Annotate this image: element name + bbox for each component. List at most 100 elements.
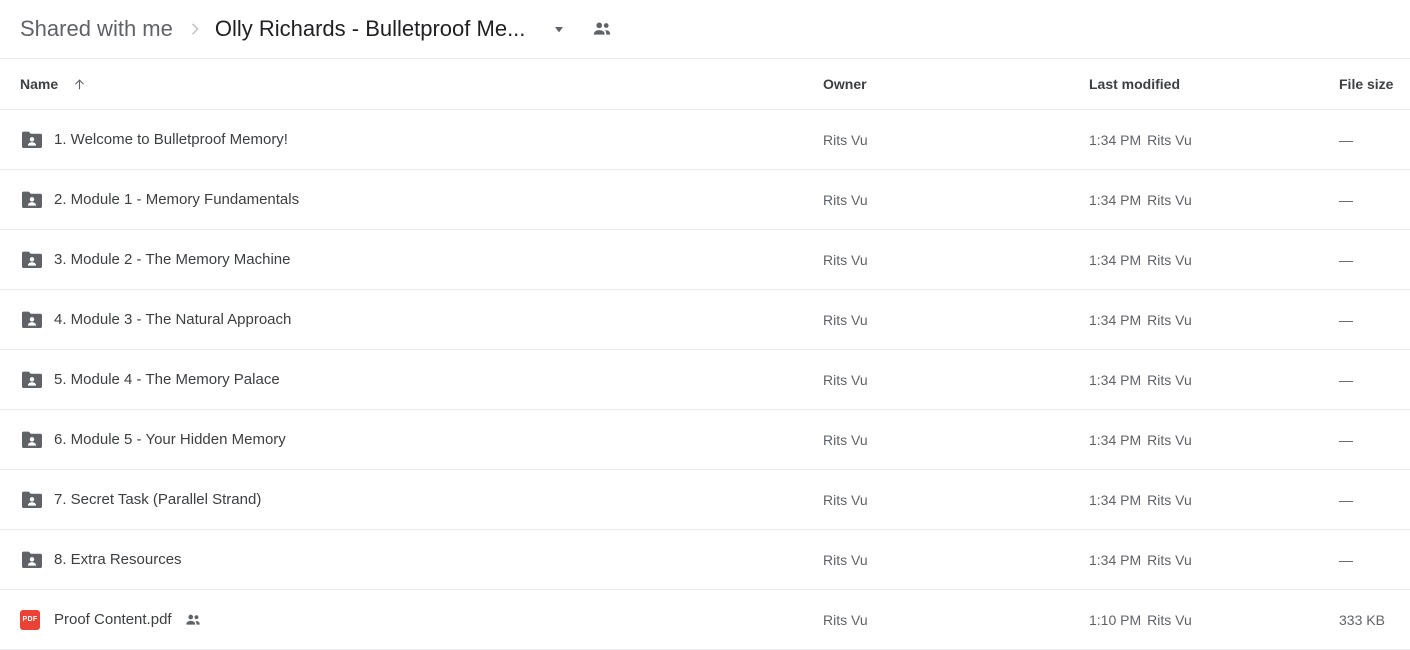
- breadcrumb-item-shared-with-me[interactable]: Shared with me: [20, 16, 173, 42]
- pdf-file-icon: PDF: [20, 608, 54, 632]
- file-owner-cell: Rits Vu: [806, 409, 1074, 470]
- pdf-file-icon-label: PDF: [20, 609, 40, 630]
- shared-folder-icon: [20, 308, 54, 332]
- file-owner-cell: Rits Vu: [806, 109, 1074, 170]
- file-modified-cell: 1:34 PM Rits Vu: [1074, 169, 1324, 230]
- file-size-label: —: [1339, 311, 1353, 328]
- file-size-cell: —: [1324, 169, 1410, 230]
- file-modified-by: Rits Vu: [1147, 191, 1192, 208]
- shared-folder-icon: [20, 248, 54, 272]
- file-size-label: —: [1339, 131, 1353, 148]
- column-header-last-modified[interactable]: Last modified: [1074, 58, 1324, 110]
- file-owner-label: Rits Vu: [823, 431, 868, 448]
- table-row[interactable]: 7. Secret Task (Parallel Strand) Rits Vu 1…: [0, 469, 1410, 530]
- file-owner-label: Rits Vu: [823, 311, 868, 328]
- column-header-last-modified-label: Last modified: [1089, 76, 1181, 92]
- file-size-label: —: [1339, 431, 1353, 448]
- arrow-up-icon[interactable]: [72, 77, 87, 92]
- file-size-cell: —: [1324, 529, 1410, 590]
- file-modified-cell: 1:34 PM Rits Vu: [1074, 349, 1324, 410]
- file-size-cell: —: [1324, 229, 1410, 290]
- chevron-down-icon[interactable]: [551, 21, 567, 37]
- file-name-label: 7. Secret Task (Parallel Strand): [54, 491, 262, 508]
- table-row[interactable]: 6. Module 5 - Your Hidden Memory Rits Vu 1…: [0, 409, 1410, 470]
- file-owner-cell: Rits Vu: [806, 289, 1074, 350]
- shared-folder-icon: [20, 368, 54, 392]
- file-modified-time: 1:34 PM: [1089, 251, 1142, 268]
- file-name-label: 6. Module 5 - Your Hidden Memory: [54, 431, 286, 448]
- file-modified-time: 1:34 PM: [1089, 311, 1142, 328]
- file-modified-time: 1:34 PM: [1089, 371, 1142, 388]
- chevron-right-icon: [187, 21, 203, 37]
- file-modified-cell: 1:34 PM Rits Vu: [1074, 229, 1324, 290]
- file-size-label: 333 KB: [1339, 611, 1385, 628]
- file-modified-by: Rits Vu: [1147, 311, 1192, 328]
- file-modified-cell: 1:34 PM Rits Vu: [1074, 469, 1324, 530]
- column-header-name[interactable]: Name: [0, 58, 806, 110]
- table-row[interactable]: 1. Welcome to Bulletproof Memory! Rits Vu…: [0, 109, 1410, 170]
- file-modified-time: 1:34 PM: [1089, 551, 1142, 568]
- file-name-label: 2. Module 1 - Memory Fundamentals: [54, 191, 300, 208]
- file-modified-by: Rits Vu: [1147, 431, 1192, 448]
- column-header-file-size-label: File size: [1339, 76, 1394, 92]
- file-size-label: —: [1339, 371, 1353, 388]
- file-modified-time: 1:10 PM: [1089, 611, 1142, 628]
- file-modified-time: 1:34 PM: [1089, 191, 1142, 208]
- file-owner-label: Rits Vu: [823, 551, 868, 568]
- column-header-name-label: Name: [20, 76, 59, 92]
- file-modified-by: Rits Vu: [1147, 551, 1192, 568]
- people-shared-icon: [184, 611, 202, 629]
- file-name-cell[interactable]: 4. Module 3 - The Natural Approach: [0, 289, 806, 350]
- breadcrumb-item-current-folder[interactable]: Olly Richards - Bulletproof Me...: [215, 16, 526, 42]
- shared-folder-icon: [20, 548, 54, 572]
- file-modified-time: 1:34 PM: [1089, 491, 1142, 508]
- table-header-row: Name Owner Last modified File size: [0, 58, 1410, 110]
- file-modified-by: Rits Vu: [1147, 131, 1192, 148]
- file-size-label: —: [1339, 551, 1353, 568]
- column-header-owner[interactable]: Owner: [806, 58, 1074, 110]
- file-owner-label: Rits Vu: [823, 371, 868, 388]
- file-list-body: 1. Welcome to Bulletproof Memory! Rits Vu…: [0, 109, 1410, 650]
- file-modified-cell: 1:34 PM Rits Vu: [1074, 109, 1324, 170]
- file-owner-cell: Rits Vu: [806, 529, 1074, 590]
- file-name-label: 3. Module 2 - The Memory Machine: [54, 251, 291, 268]
- table-row[interactable]: 3. Module 2 - The Memory Machine Rits Vu 1…: [0, 229, 1410, 290]
- table-row[interactable]: 4. Module 3 - The Natural Approach Rits V…: [0, 289, 1410, 350]
- file-modified-by: Rits Vu: [1147, 611, 1192, 628]
- file-name-cell[interactable]: 2. Module 1 - Memory Fundamentals: [0, 169, 806, 230]
- shared-folder-icon: [20, 128, 54, 152]
- file-owner-label: Rits Vu: [823, 131, 868, 148]
- file-list-table: Name Owner Last modified File size 1. We…: [0, 58, 1410, 650]
- file-name-cell[interactable]: 6. Module 5 - Your Hidden Memory: [0, 409, 806, 470]
- file-name-label: Proof Content.pdf: [54, 611, 172, 628]
- file-owner-cell: Rits Vu: [806, 349, 1074, 410]
- file-name-label: 1. Welcome to Bulletproof Memory!: [54, 131, 288, 148]
- column-header-owner-label: Owner: [823, 76, 867, 92]
- file-owner-cell: Rits Vu: [806, 229, 1074, 290]
- file-modified-time: 1:34 PM: [1089, 431, 1142, 448]
- column-header-file-size[interactable]: File size: [1324, 58, 1410, 110]
- file-name-label: 4. Module 3 - The Natural Approach: [54, 311, 292, 328]
- file-size-cell: —: [1324, 289, 1410, 350]
- people-shared-icon[interactable]: [591, 18, 613, 40]
- file-name-cell[interactable]: 8. Extra Resources: [0, 529, 806, 590]
- shared-folder-icon: [20, 428, 54, 452]
- table-row[interactable]: 5. Module 4 - The Memory Palace Rits Vu 1:…: [0, 349, 1410, 410]
- shared-folder-icon: [20, 488, 54, 512]
- file-owner-label: Rits Vu: [823, 491, 868, 508]
- file-owner-label: Rits Vu: [823, 611, 868, 628]
- file-size-cell: —: [1324, 109, 1410, 170]
- file-name-cell[interactable]: 5. Module 4 - The Memory Palace: [0, 349, 806, 410]
- file-modified-cell: 1:34 PM Rits Vu: [1074, 289, 1324, 350]
- breadcrumb: Shared with me Olly Richards - Bulletpro…: [0, 0, 1410, 58]
- file-size-label: —: [1339, 491, 1353, 508]
- table-row[interactable]: 2. Module 1 - Memory Fundamentals Rits Vu…: [0, 169, 1410, 230]
- file-name-cell[interactable]: 7. Secret Task (Parallel Strand): [0, 469, 806, 530]
- file-name-cell[interactable]: 1. Welcome to Bulletproof Memory!: [0, 109, 806, 170]
- file-size-label: —: [1339, 191, 1353, 208]
- file-modified-cell: 1:34 PM Rits Vu: [1074, 529, 1324, 590]
- file-owner-cell: Rits Vu: [806, 469, 1074, 530]
- file-name-cell[interactable]: 3. Module 2 - The Memory Machine: [0, 229, 806, 290]
- table-row[interactable]: 8. Extra Resources Rits Vu 1:34 PM Rits Vu —: [0, 529, 1410, 590]
- file-owner-cell: Rits Vu: [806, 169, 1074, 230]
